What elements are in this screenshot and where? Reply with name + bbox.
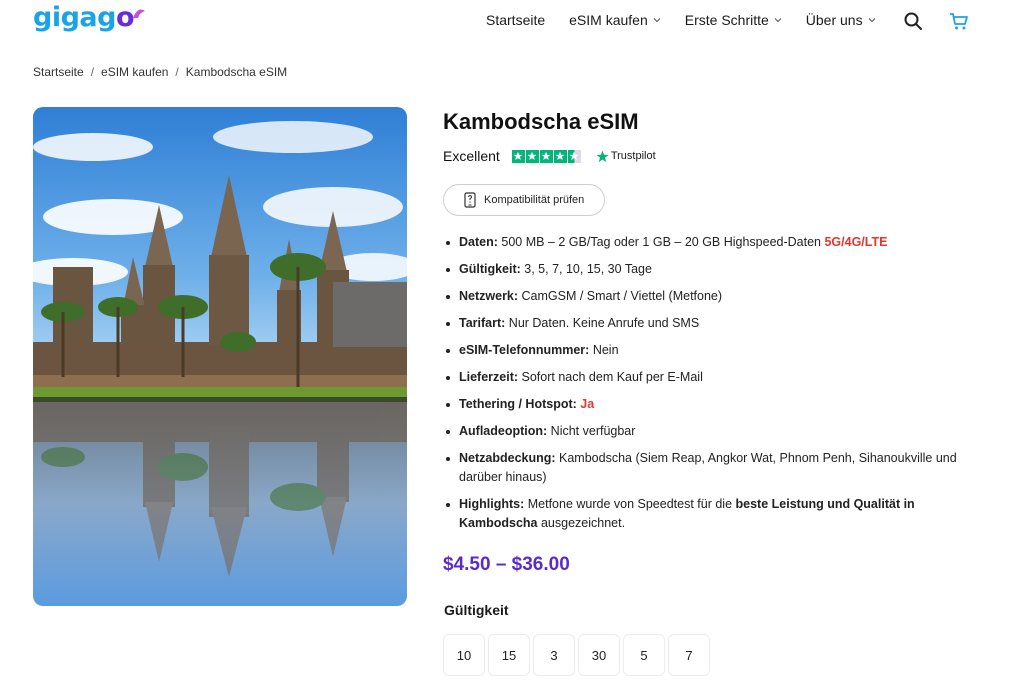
nav-label: eSIM kaufen (569, 12, 648, 28)
feature-list: Daten: 500 MB – 2 GB/Tag oder 1 GB – 20 … (443, 233, 983, 541)
breadcrumb-separator: / (175, 65, 179, 79)
feature-item-telefonnummer: eSIM-Telefonnummer: Nein (443, 341, 983, 360)
validity-option-10[interactable]: 10 (443, 634, 485, 676)
half-star-icon (567, 149, 581, 163)
nav-label: Startseite (486, 12, 546, 28)
feature-highlight: Ja (580, 397, 595, 411)
star-icon (553, 149, 567, 163)
compatibility-check-button[interactable]: Kompatibilität prüfen (443, 184, 605, 216)
cart-icon[interactable] (949, 11, 969, 31)
compat-button-label: Kompatibilität prüfen (484, 194, 585, 206)
nav-label: Erste Schritte (684, 12, 769, 28)
product-title: Kambodscha eSIM (443, 109, 639, 134)
validity-label: Gültigkeit (444, 602, 509, 618)
trustpilot-brand: Trustpilot (596, 150, 656, 163)
nav-item-ueber-uns[interactable]: Über uns (806, 12, 876, 28)
nav-item-esim-kaufen[interactable]: eSIM kaufen (569, 12, 661, 28)
breadcrumb-item-current: Kambodscha eSIM (185, 65, 288, 79)
trustpilot-star-icon (596, 150, 609, 162)
feature-text: 3, 5, 7, 10, 15, 30 Tage (520, 262, 652, 276)
search-icon[interactable] (903, 11, 923, 31)
price-range: $4.50 – $36.00 (443, 554, 570, 575)
feature-text: Nein (589, 343, 619, 357)
star-icon (525, 149, 539, 163)
validity-option-3[interactable]: 3 (533, 634, 575, 676)
chevron-down-icon (653, 18, 661, 23)
breadcrumb-item-esim-kaufen[interactable]: eSIM kaufen (101, 65, 168, 79)
nav-label: Über uns (805, 12, 863, 28)
feature-label: Gültigkeit: (459, 262, 521, 276)
feature-item-gueltigkeit: Gültigkeit: 3, 5, 7, 10, 15, 30 Tage (443, 260, 983, 279)
feature-item-netzabdeckung: Netzabdeckung: Kambodscha (Siem Reap, An… (443, 449, 983, 487)
feature-label: Netzwerk: (459, 289, 519, 303)
feature-label: Lieferzeit: (459, 370, 519, 384)
validity-option-15[interactable]: 15 (488, 634, 530, 676)
breadcrumb-item-startseite[interactable]: Startseite (33, 65, 84, 79)
star-icon (511, 149, 525, 163)
site-header: gigag o Startseite eSIM kaufen Erste Schr… (0, 0, 1015, 44)
feature-text: 500 MB – 2 GB/Tag oder 1 GB – 20 GB High… (497, 235, 825, 249)
feature-label: eSIM-Telefonnummer: (459, 343, 590, 357)
breadcrumb: Startseite / eSIM kaufen / Kambodscha eS… (33, 65, 287, 79)
feature-text: Sofort nach dem Kauf per E-Mail (518, 370, 703, 384)
feature-label: Tarifart: (459, 316, 506, 330)
feature-item-highlights: Highlights: Metfone wurde von Speedtest … (443, 495, 983, 533)
feature-text: CamGSM / Smart / Viettel (Metfone) (518, 289, 723, 303)
nav-item-erste-schritte[interactable]: Erste Schritte (685, 12, 782, 28)
rating-label: Excellent (443, 148, 500, 164)
star-icon (539, 149, 553, 163)
chevron-down-icon (774, 18, 782, 23)
feature-text: Metfone wurde von Speedtest für die (524, 497, 736, 511)
feature-highlight: 5G/4G/LTE (824, 235, 888, 249)
breadcrumb-separator: / (90, 65, 95, 79)
chevron-down-icon (868, 18, 875, 23)
validity-option-5[interactable]: 5 (623, 634, 665, 676)
nav-item-startseite[interactable]: Startseite (486, 12, 545, 28)
feature-label: Tethering / Hotspot: (459, 397, 577, 411)
feature-item-daten: Daten: 500 MB – 2 GB/Tag oder 1 GB – 20 … (443, 233, 983, 252)
feature-item-lieferzeit: Lieferzeit: Sofort nach dem Kauf per E-M… (443, 368, 983, 387)
feature-text: Nicht verfügbar (547, 424, 636, 438)
trustpilot-rating[interactable]: Excellent Trustpilot (443, 148, 656, 164)
validity-option-7[interactable]: 7 (668, 634, 710, 676)
feature-item-netzwerk: Netzwerk: CamGSM / Smart / Viettel (Metf… (443, 287, 983, 306)
rating-stars (511, 149, 582, 163)
feature-label: Daten: (459, 235, 498, 249)
product-image (33, 107, 407, 606)
feature-label: Highlights: (459, 497, 525, 511)
logo-wing-icon (133, 9, 146, 18)
phone-icon (464, 192, 476, 208)
feature-text: Nur Daten. Keine Anrufe und SMS (505, 316, 700, 330)
feature-item-tethering: Tethering / Hotspot: Ja (443, 395, 983, 414)
feature-text: ausgezeichnet. (537, 516, 626, 530)
angkor-wat-image (33, 107, 407, 606)
validity-option-30[interactable]: 30 (578, 634, 620, 676)
feature-label: Netzabdeckung: (459, 451, 556, 465)
gigago-logo[interactable]: gigag o (33, 2, 146, 33)
validity-options: 10 15 3 30 5 7 (443, 634, 713, 676)
feature-item-tarifart: Tarifart: Nur Daten. Keine Anrufe und SM… (443, 314, 983, 333)
feature-label: Aufladeoption: (459, 424, 548, 438)
feature-item-aufladeoption: Aufladeoption: Nicht verfügbar (443, 422, 983, 441)
main-nav: Startseite eSIM kaufen Erste Schritte Üb… (486, 12, 900, 28)
trustpilot-label: Trustpilot (610, 150, 656, 162)
